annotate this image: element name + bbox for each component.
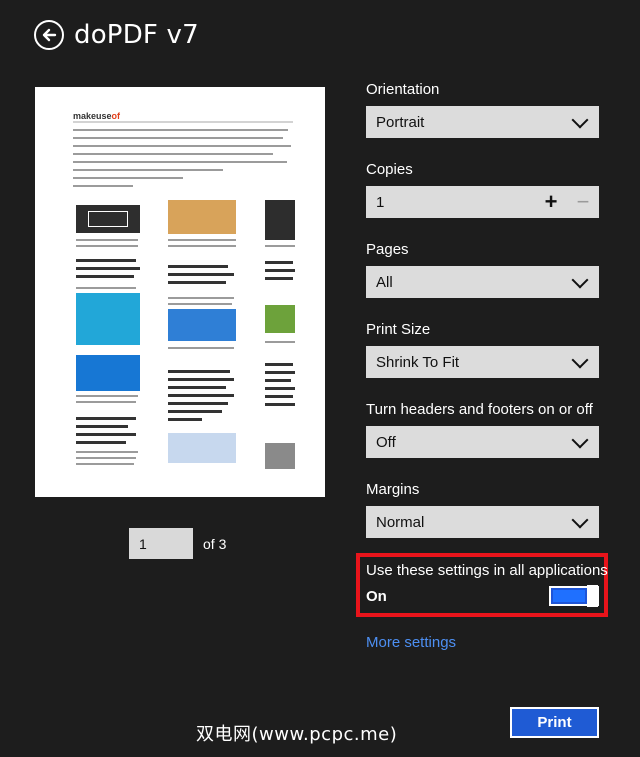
use-all-apps-toggle[interactable] <box>549 585 599 607</box>
copies-label: Copies <box>366 161 413 178</box>
print-size-label: Print Size <box>366 321 431 338</box>
margins-label: Margins <box>366 481 420 498</box>
copies-stepper[interactable]: 1 + − <box>366 186 599 218</box>
page-number-field[interactable] <box>129 528 193 559</box>
orientation-value: Portrait <box>376 113 425 131</box>
print-size-value: Shrink To Fit <box>376 353 460 371</box>
chevron-down-icon <box>571 111 589 128</box>
decrement-button[interactable]: − <box>567 189 599 215</box>
pages-value: All <box>376 273 393 291</box>
watermark: 双电网(www.pcpc.me) <box>196 724 398 745</box>
app-title: doPDF v7 <box>74 20 199 50</box>
back-button[interactable] <box>34 20 64 50</box>
preview-logo: makeuseof <box>73 111 121 121</box>
headers-footers-value: Off <box>376 433 396 451</box>
increment-button[interactable]: + <box>535 189 567 215</box>
preview-caption-image <box>76 205 140 233</box>
header: doPDF v7 <box>34 20 199 50</box>
chevron-down-icon <box>571 431 589 448</box>
print-size-select[interactable]: Shrink To Fit <box>366 346 599 378</box>
pages-label: Pages <box>366 241 409 258</box>
copies-value[interactable]: 1 <box>376 194 384 211</box>
back-arrow-icon <box>42 28 57 42</box>
page-count-label: of 3 <box>203 536 227 552</box>
toggle-track <box>553 590 585 602</box>
orientation-label: Orientation <box>366 81 440 98</box>
chevron-down-icon <box>571 271 589 288</box>
headers-footers-label: Turn headers and footers on or off <box>366 401 593 418</box>
more-settings-link[interactable]: More settings <box>366 634 456 651</box>
chevron-down-icon <box>571 351 589 368</box>
headers-footers-select[interactable]: Off <box>366 426 599 458</box>
use-all-apps-label: Use these settings in all applications <box>366 562 608 579</box>
margins-value: Normal <box>376 513 425 531</box>
toggle-knob[interactable] <box>587 585 598 607</box>
chevron-down-icon <box>571 511 589 528</box>
use-all-apps-state: On <box>366 588 387 605</box>
print-button[interactable]: Print <box>510 707 599 738</box>
margins-select[interactable]: Normal <box>366 506 599 538</box>
pages-select[interactable]: All <box>366 266 599 298</box>
orientation-select[interactable]: Portrait <box>366 106 599 138</box>
page-number-input[interactable] <box>129 528 193 559</box>
page-preview: makeuseof <box>35 87 325 497</box>
